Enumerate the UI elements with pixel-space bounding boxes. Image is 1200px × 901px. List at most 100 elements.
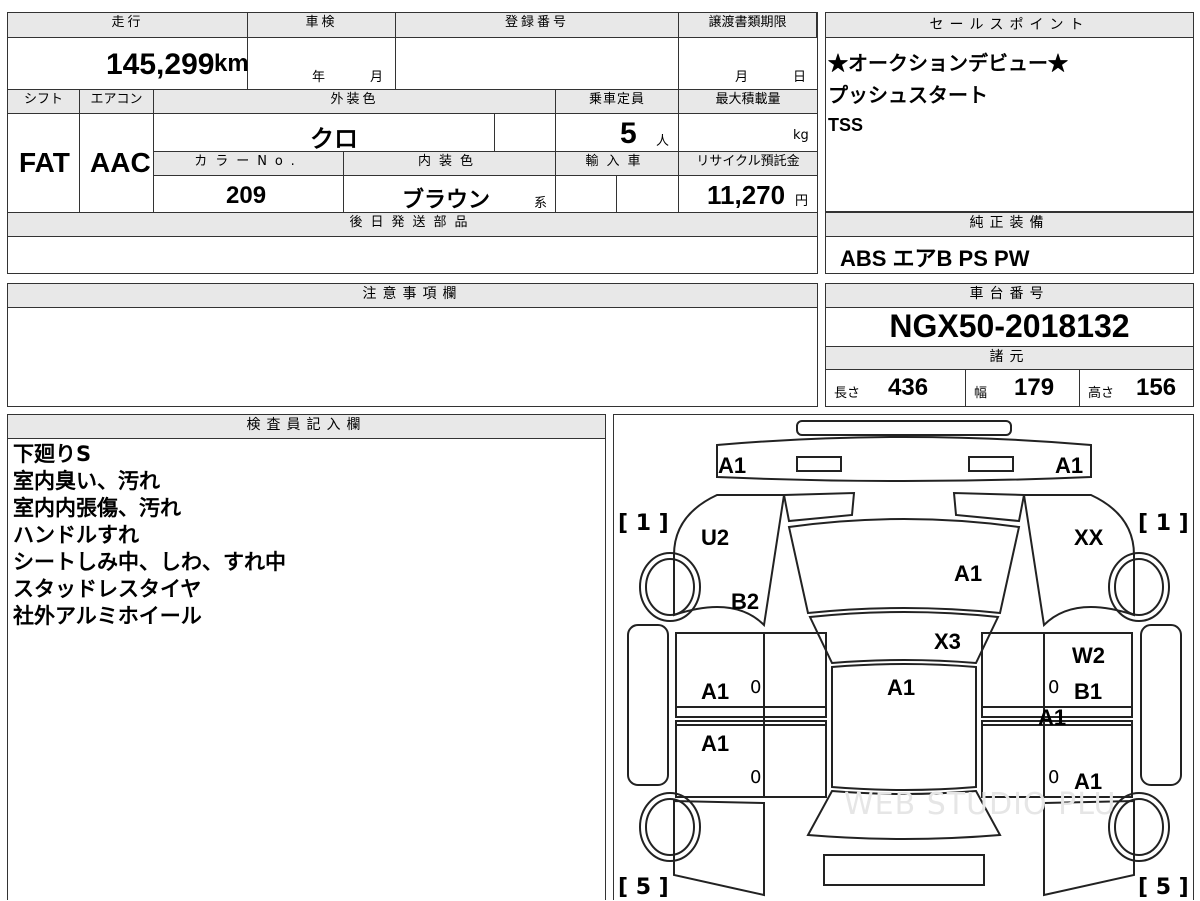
capacity-header: 乗車定員 [556, 90, 679, 114]
spec-width-value: 179 [1014, 374, 1055, 401]
inspector-note: 社外アルミホイール [13, 604, 202, 628]
recycle-unit: 円 [795, 194, 809, 209]
later-parts-header: 後日発送部品 [8, 213, 817, 237]
inspector-note: スタッドレスタイヤ [13, 577, 202, 601]
aircon-value: AAC [90, 147, 151, 178]
mark-door-right-front2: B1 [1074, 679, 1103, 704]
notes-panel: 注意事項欄 [7, 283, 818, 407]
shift-cell: FAT [8, 114, 80, 213]
mark-windshield: X3 [934, 629, 961, 654]
spec-height-label: 高さ [1088, 386, 1115, 401]
notes-header: 注意事項欄 [8, 284, 817, 308]
recycle-cell: 11,270 円 [679, 176, 817, 213]
capacity-value: 5 [620, 117, 637, 150]
car-diagram-panel: [ 1 ] [ 1 ] [ 5 ] [ 5 ] A1 A1 U2 XX B2 A… [613, 414, 1194, 900]
interior-color-value: ブラウン [402, 187, 491, 212]
specs-header: 諸元 [826, 346, 1193, 370]
inspector-notes-list: 下廻りS 室内臭い、汚れ 室内内張傷、汚れ ハンドルすれ シートしみ中、しわ、す… [13, 441, 286, 630]
chassis-panel: 車台番号 NGX50-2018132 諸元 長さ 436 幅 179 高さ 15… [825, 283, 1194, 407]
sales-points-panel: セールスポイント ★オークションデビュー★ プッシュスタート TSS [825, 12, 1194, 212]
year-label: 年 [312, 70, 326, 85]
car-outline [627, 420, 1182, 897]
mark-front-left: A1 [718, 453, 747, 478]
max-load-cell: kg [679, 114, 817, 152]
mileage-value: 145,299 [106, 48, 215, 81]
imported-cell-a [556, 176, 617, 213]
mark-door-right-front: W2 [1072, 643, 1105, 668]
deadline-month: 月 [735, 70, 749, 85]
capacity-cell: 5 人 [556, 114, 679, 152]
mark-pillar-left: B2 [731, 589, 760, 614]
mark-roof: A1 [887, 675, 916, 700]
exterior-color-value: クロ [310, 126, 358, 153]
chassis-value: NGX50-2018132 [889, 308, 1130, 344]
shift-value: FAT [19, 147, 70, 178]
mileage-unit: km [214, 50, 249, 77]
sales-point-2: プッシュスタート [828, 85, 988, 107]
color-no-cell: 209 [154, 176, 344, 213]
registration-cell [396, 38, 679, 90]
transfer-deadline-header: 譲渡書類期限 [679, 13, 817, 38]
bracket-bottom-left: [ 5 ] [618, 875, 669, 900]
color-no-header: カラーNo. [154, 152, 344, 176]
spec-width: 幅 179 [966, 370, 1080, 406]
aircon-cell: AAC [80, 114, 154, 213]
bracket-bottom-right: [ 5 ] [1138, 875, 1189, 900]
mark-zero-4: 0 [1048, 767, 1060, 788]
inspector-note: ハンドルすれ [13, 523, 139, 547]
interior-color-cell: ブラウン 系 [344, 176, 556, 213]
month-label: 月 [370, 70, 384, 85]
mark-fender-right: XX [1074, 525, 1104, 550]
exterior-color-cell: クロ [154, 114, 495, 153]
aircon-header: エアコン [80, 90, 154, 114]
spec-height: 高さ 156 [1080, 370, 1193, 406]
exterior-color-extra [495, 114, 556, 152]
vehicle-info-grid: 走行 車検 登録番号 譲渡書類期限 145,299 km 年 月 月 日 シフト… [7, 12, 818, 274]
max-load-header: 最大積載量 [679, 90, 817, 114]
chassis-header: 車台番号 [826, 284, 1193, 308]
sales-point-1: ★オークションデビュー★ [828, 53, 1068, 75]
spec-length-label: 長さ [834, 386, 861, 401]
recycle-header: リサイクル預託金 [679, 152, 817, 176]
deadline-day: 日 [793, 70, 807, 85]
deadline-cell: 月 日 [679, 38, 817, 90]
mileage-cell: 145,299 km [8, 38, 249, 90]
mark-door-left-front: A1 [701, 679, 730, 704]
inspector-panel: 検査員記入欄 下廻りS 室内臭い、汚れ 室内内張傷、汚れ ハンドルすれ シートし… [7, 414, 606, 900]
mileage-header: 走行 [8, 13, 248, 38]
max-load-unit: kg [793, 128, 809, 143]
inspector-note: 室内内張傷、汚れ [13, 496, 181, 520]
watermark: WEB STUDIO PLU [844, 787, 1117, 822]
shift-header: シフト [8, 90, 80, 114]
imported-header: 輸入車 [556, 152, 679, 176]
inspector-note: 下廻りS [13, 442, 92, 466]
inspector-header: 検査員記入欄 [8, 415, 605, 439]
bracket-top-left: [ 1 ] [618, 511, 669, 536]
spec-height-value: 156 [1136, 374, 1177, 401]
mark-zero-2: 0 [750, 767, 762, 788]
spec-length-value: 436 [888, 374, 929, 401]
inspector-note: 室内臭い、汚れ [13, 469, 160, 493]
mark-zero-1: 0 [750, 677, 762, 698]
mark-zero-3: 0 [1048, 677, 1060, 698]
inspection-header: 車検 [248, 13, 396, 38]
mark-door-left-rear: A1 [701, 731, 730, 756]
imported-cell-b [617, 176, 679, 213]
interior-color-header: 内装色 [344, 152, 556, 176]
registration-header: 登録番号 [396, 13, 679, 38]
mark-fender-left: U2 [701, 525, 730, 550]
mark-sill-right: A1 [1038, 705, 1067, 730]
inspection-cell: 年 月 [248, 38, 396, 90]
capacity-unit: 人 [656, 134, 670, 149]
exterior-color-header: 外装色 [154, 90, 556, 114]
inspector-note: シートしみ中、しわ、すれ中 [13, 550, 286, 574]
genuine-equipment-panel: 純正装備 ABS エアB PS PW [825, 212, 1194, 274]
sales-point-3: TSS [828, 115, 864, 135]
mark-front-right: A1 [1055, 453, 1084, 478]
recycle-value: 11,270 [707, 180, 786, 210]
color-no-value: 209 [226, 182, 267, 209]
mark-hood: A1 [954, 561, 983, 586]
genuine-equipment-value: ABS エアB PS PW [840, 246, 1030, 271]
sales-points-header: セールスポイント [826, 13, 1193, 38]
spec-length: 長さ 436 [826, 370, 966, 406]
